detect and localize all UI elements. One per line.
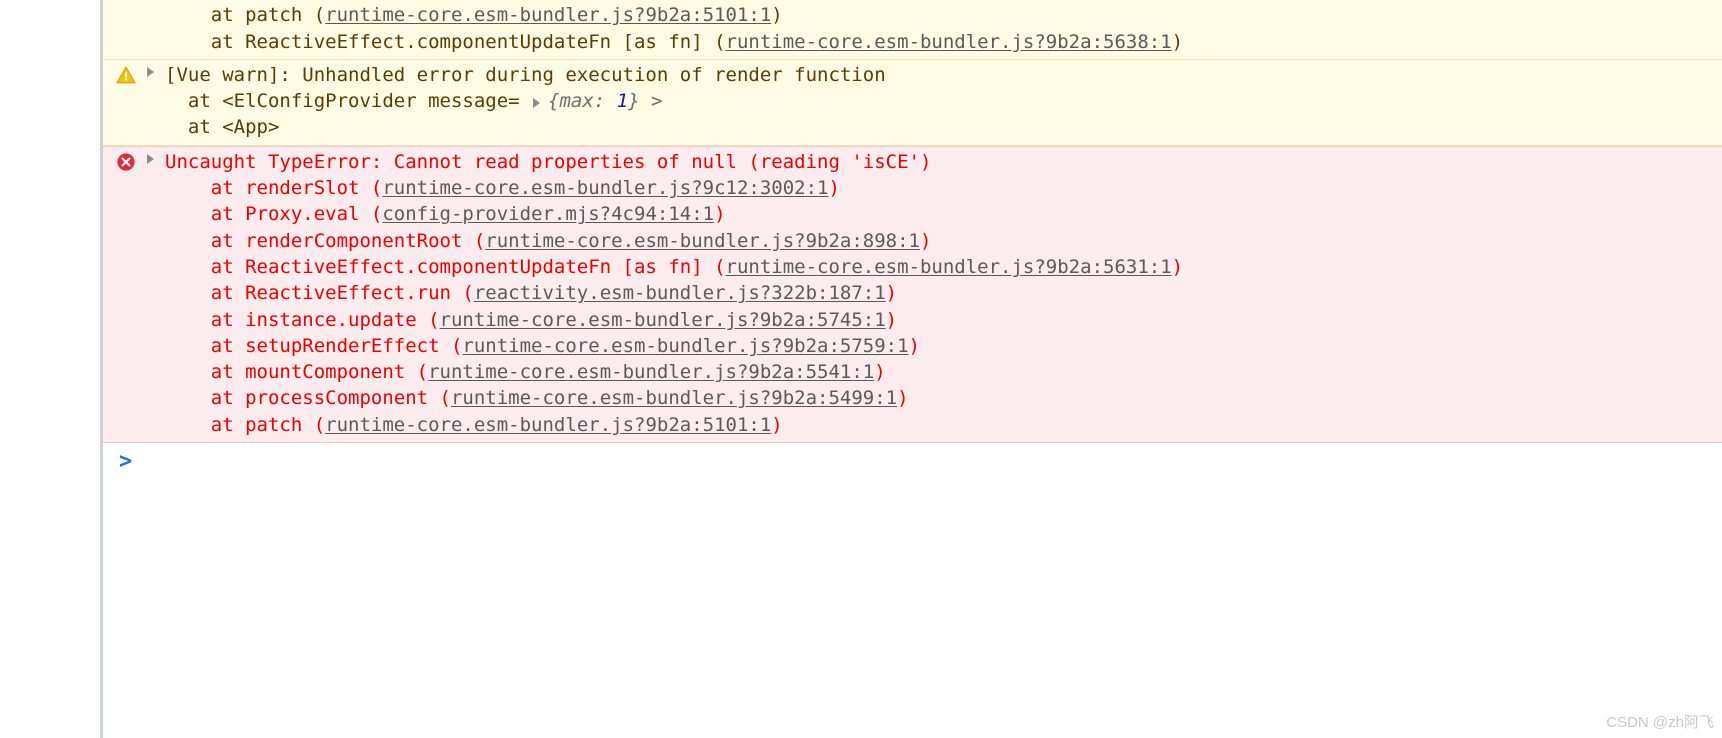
stack-line-text: at <ElConfigProvider message= bbox=[165, 90, 532, 113]
object-preview[interactable]: {max: bbox=[548, 90, 617, 112]
stack-line-text: at ReactiveEffect.componentUpdateFn [as … bbox=[165, 30, 726, 53]
stack-line-text: ) bbox=[908, 334, 920, 357]
console-stack-line: at mountComponent (runtime-core.esm-bund… bbox=[103, 359, 1722, 385]
stack-line-text: at ReactiveEffect.run ( bbox=[165, 282, 474, 305]
disclosure-triangle-icon[interactable] bbox=[147, 66, 154, 77]
stack-line-text: at patch ( bbox=[165, 413, 326, 436]
stack-line-text: at ReactiveEffect.componentUpdateFn [as … bbox=[165, 255, 726, 278]
console-stack-line: at <App> bbox=[103, 114, 1722, 140]
stack-line-text: at renderSlot ( bbox=[165, 177, 383, 200]
console-message-title: [Vue warn]: Unhandled error during execu… bbox=[165, 63, 886, 86]
console-stack-line: at processComponent (runtime-core.esm-bu… bbox=[103, 385, 1722, 411]
console-stack-line: at <ElConfigProvider message= {max: 1} > bbox=[103, 88, 1722, 114]
error-circle-icon bbox=[116, 152, 136, 172]
source-link[interactable]: runtime-core.esm-bundler.js?9b2a:5759:1 bbox=[462, 335, 908, 357]
stack-line-text: at processComponent ( bbox=[165, 387, 451, 410]
console-left-gutter bbox=[0, 0, 100, 738]
source-link[interactable]: runtime-core.esm-bundler.js?9b2a:5101:1 bbox=[325, 414, 771, 436]
console-stack-line: at instance.update (runtime-core.esm-bun… bbox=[103, 307, 1722, 333]
source-link[interactable]: runtime-core.esm-bundler.js?9b2a:898:1 bbox=[485, 230, 920, 252]
console-stack-line: at patch (runtime-core.esm-bundler.js?9b… bbox=[103, 2, 1722, 28]
console-message-list: at processComponent (runtime-core.esm-bu… bbox=[103, 0, 1722, 726]
stack-line-text: at instance.update ( bbox=[165, 308, 440, 331]
console-message-header: Uncaught TypeError: Cannot read properti… bbox=[103, 149, 1722, 175]
console-prompt-input[interactable] bbox=[147, 451, 1722, 475]
stack-line-text: at Proxy.eval ( bbox=[165, 203, 383, 226]
stack-line-text: ) bbox=[828, 177, 840, 200]
disclosure-triangle-icon[interactable] bbox=[533, 98, 541, 109]
console-stack-line: at ReactiveEffect.run (reactivity.esm-bu… bbox=[103, 280, 1722, 306]
stack-line-text: ) bbox=[771, 413, 783, 436]
console-stack-line: at ReactiveEffect.componentUpdateFn [as … bbox=[103, 29, 1722, 55]
stack-line-text: at mountComponent ( bbox=[165, 361, 429, 384]
console-message-warn[interactable]: at processComponent (runtime-core.esm-bu… bbox=[103, 0, 1722, 60]
console-stack-line: at patch (runtime-core.esm-bundler.js?9b… bbox=[103, 412, 1722, 438]
object-preview-tail: } > bbox=[628, 90, 663, 113]
devtools-console-panel: at processComponent (runtime-core.esm-bu… bbox=[0, 0, 1722, 738]
stack-line-text: ) bbox=[897, 387, 909, 410]
stack-line-text: at setupRenderEffect ( bbox=[165, 334, 463, 357]
source-link[interactable]: runtime-core.esm-bundler.js?9b2a:5101:1 bbox=[325, 4, 771, 26]
console-stack-line: at ReactiveEffect.componentUpdateFn [as … bbox=[103, 254, 1722, 280]
source-link[interactable]: reactivity.esm-bundler.js?322b:187:1 bbox=[474, 282, 886, 304]
stack-line-text: at renderComponentRoot ( bbox=[165, 229, 486, 252]
stack-line-text: at patch ( bbox=[165, 4, 326, 27]
console-message-title: Uncaught TypeError: Cannot read properti… bbox=[165, 150, 932, 173]
console-message-warn[interactable]: [Vue warn]: Unhandled error during execu… bbox=[103, 59, 1722, 146]
stack-line-text: ) bbox=[714, 203, 726, 226]
console-prompt-row[interactable]: > bbox=[103, 443, 1722, 726]
source-link[interactable]: runtime-core.esm-bundler.js?9b2a:5631:1 bbox=[726, 256, 1172, 278]
stack-line-text: ) bbox=[771, 4, 783, 27]
disclosure-triangle-icon[interactable] bbox=[147, 153, 154, 164]
console-stack-line: at renderSlot (runtime-core.esm-bundler.… bbox=[103, 175, 1722, 201]
source-link[interactable]: runtime-core.esm-bundler.js?9b2a:5638:1 bbox=[726, 31, 1172, 53]
stack-line-text: ) bbox=[919, 229, 932, 252]
source-link[interactable]: runtime-core.esm-bundler.js?9b2a:5499:1 bbox=[451, 387, 897, 409]
source-link[interactable]: config-provider.mjs?4c94:14:1 bbox=[382, 203, 714, 225]
warning-triangle-icon bbox=[116, 65, 136, 85]
object-value: 1 bbox=[616, 90, 629, 113]
console-message-header: [Vue warn]: Unhandled error during execu… bbox=[103, 62, 1722, 88]
console-stack-line: at renderComponentRoot (runtime-core.esm… bbox=[103, 228, 1722, 254]
source-link[interactable]: runtime-core.esm-bundler.js?9b2a:5541:1 bbox=[428, 361, 874, 383]
stack-line-text: at <App> bbox=[165, 116, 280, 139]
source-link[interactable]: runtime-core.esm-bundler.js?9b2a:5745:1 bbox=[440, 309, 886, 331]
prompt-chevron-icon: > bbox=[119, 449, 133, 475]
source-link[interactable]: runtime-core.esm-bundler.js?9c12:3002:1 bbox=[382, 177, 828, 199]
console-stack-line: at setupRenderEffect (runtime-core.esm-b… bbox=[103, 333, 1722, 359]
console-stack-line: at Proxy.eval (config-provider.mjs?4c94:… bbox=[103, 201, 1722, 227]
stack-line-text: ) bbox=[885, 282, 898, 305]
stack-line-text: ) bbox=[885, 308, 898, 331]
stack-line-text: ) bbox=[1171, 30, 1184, 53]
watermark: CSDN @zh阿飞 bbox=[1606, 714, 1714, 731]
stack-line-text: ) bbox=[1171, 255, 1184, 278]
stack-line-text: ) bbox=[874, 361, 886, 384]
console-message-error[interactable]: Uncaught TypeError: Cannot read properti… bbox=[103, 145, 1722, 444]
